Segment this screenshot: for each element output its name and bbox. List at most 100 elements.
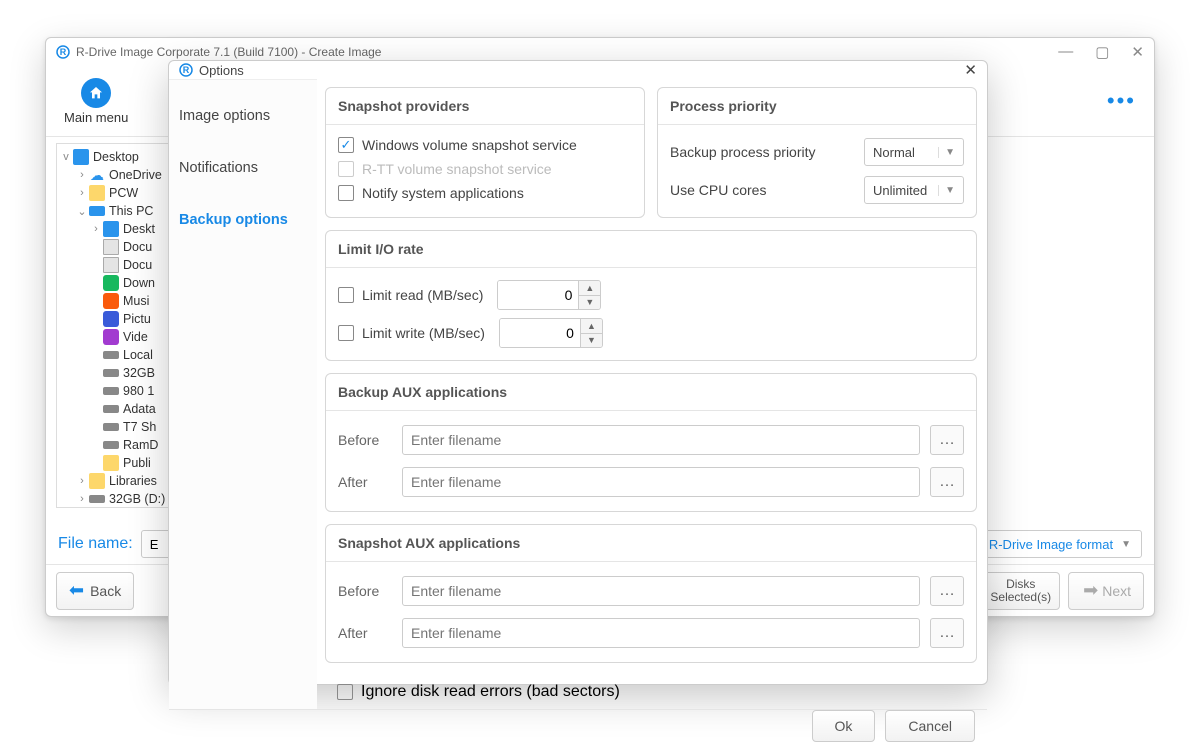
drive-icon bbox=[103, 351, 119, 359]
next-button[interactable]: ➡ Next bbox=[1068, 572, 1144, 610]
nav-notifications[interactable]: Notifications bbox=[169, 142, 317, 194]
tree-item[interactable]: T7 Sh bbox=[57, 418, 183, 436]
backup-priority-select[interactable]: Normal ▼ bbox=[864, 138, 964, 166]
chevron-down-icon: ▼ bbox=[938, 185, 955, 196]
ignore-errors-row[interactable]: Ignore disk read errors (bad sectors) bbox=[325, 675, 977, 709]
process-priority-card: Process priority Backup process priority… bbox=[657, 87, 977, 218]
backup-aux-before-input[interactable] bbox=[402, 425, 920, 455]
cpu-cores-select[interactable]: Unlimited ▼ bbox=[864, 176, 964, 204]
limit-read-row[interactable]: Limit read (MB/sec) ▲▼ bbox=[338, 276, 964, 314]
tree-item[interactable]: ›PCW bbox=[57, 184, 183, 202]
minimize-button[interactable]: — bbox=[1058, 43, 1073, 61]
expand-toggle[interactable]: › bbox=[75, 187, 89, 199]
backup-aux-after-input[interactable] bbox=[402, 467, 920, 497]
app-logo-icon: R bbox=[179, 63, 193, 77]
limit-read-value[interactable] bbox=[498, 281, 578, 309]
snapshot-aux-before-browse[interactable]: … bbox=[930, 576, 964, 606]
disks-selected-label: Disks Selected(s) bbox=[990, 578, 1051, 603]
options-content: Snapshot providers ✓ Windows volume snap… bbox=[317, 79, 987, 709]
tree-item[interactable]: 32GB bbox=[57, 364, 183, 382]
dialog-footer: Ok Cancel bbox=[169, 709, 987, 742]
tree-item[interactable]: Vide bbox=[57, 328, 183, 346]
close-button[interactable]: ✕ bbox=[1131, 43, 1144, 61]
tree-root[interactable]: v Desktop bbox=[57, 148, 183, 166]
ok-button[interactable]: Ok bbox=[812, 710, 876, 742]
cpu-cores-label: Use CPU cores bbox=[670, 182, 766, 198]
tree-item[interactable]: ⌄ This PC bbox=[57, 202, 183, 220]
cancel-button[interactable]: Cancel bbox=[885, 710, 975, 742]
tree-item[interactable]: › Deskt bbox=[57, 220, 183, 238]
app4-icon bbox=[103, 275, 119, 291]
windows-vss-checkbox[interactable]: ✓ bbox=[338, 137, 354, 153]
tree-item[interactable]: Docu bbox=[57, 256, 183, 274]
tree-item[interactable]: Adata bbox=[57, 400, 183, 418]
limit-read-spinner[interactable]: ▲▼ bbox=[497, 280, 601, 310]
tree-item[interactable]: ›☁OneDrive bbox=[57, 166, 183, 184]
drive-icon bbox=[103, 405, 119, 413]
disks-selected-button[interactable]: Disks Selected(s) bbox=[981, 572, 1060, 610]
expand-toggle[interactable]: › bbox=[89, 223, 103, 235]
folder-icon bbox=[103, 455, 119, 471]
nav-image-options[interactable]: Image options bbox=[169, 90, 317, 142]
tree-label: This PC bbox=[109, 204, 153, 218]
app3-icon bbox=[103, 311, 119, 327]
limit-read-checkbox[interactable] bbox=[338, 287, 354, 303]
step-down[interactable]: ▼ bbox=[581, 334, 602, 348]
expand-toggle[interactable]: › bbox=[75, 169, 89, 181]
options-nav: Image options Notifications Backup optio… bbox=[169, 79, 317, 709]
tree-item[interactable]: Pictu bbox=[57, 310, 183, 328]
tree-label: T7 Sh bbox=[123, 420, 156, 434]
limit-write-value[interactable] bbox=[500, 319, 580, 347]
tree-item[interactable]: Musi bbox=[57, 292, 183, 310]
backup-priority-value: Normal bbox=[873, 145, 915, 160]
back-button[interactable]: ⬅ Back bbox=[56, 572, 134, 610]
snapshot-aux-card: Snapshot AUX applications Before … After… bbox=[325, 524, 977, 663]
snapshot-aux-before-input[interactable] bbox=[402, 576, 920, 606]
tree-label: Publi bbox=[123, 456, 151, 470]
notify-apps-checkbox[interactable] bbox=[338, 185, 354, 201]
tree-item[interactable]: 980 1 bbox=[57, 382, 183, 400]
nav-backup-options[interactable]: Backup options bbox=[169, 194, 317, 246]
snapshot-aux-after-browse[interactable]: … bbox=[930, 618, 964, 648]
backup-aux-before-browse[interactable]: … bbox=[930, 425, 964, 455]
arrow-right-icon: ➡ bbox=[1083, 580, 1098, 601]
notify-apps-row[interactable]: Notify system applications bbox=[338, 181, 632, 205]
tree-item[interactable]: Docu bbox=[57, 238, 183, 256]
expand-toggle[interactable]: v bbox=[59, 151, 73, 163]
snapshot-aux-after-input[interactable] bbox=[402, 618, 920, 648]
step-up[interactable]: ▲ bbox=[581, 319, 602, 334]
step-up[interactable]: ▲ bbox=[579, 281, 600, 296]
folder-tree[interactable]: v Desktop ›☁OneDrive›PCW ⌄ This PC › Deskt Do… bbox=[56, 143, 184, 508]
tree-item[interactable]: Publi bbox=[57, 454, 183, 472]
dialog-close-button[interactable]: ✕ bbox=[964, 61, 977, 79]
expand-toggle[interactable]: ⌄ bbox=[75, 205, 89, 218]
card-title: Process priority bbox=[658, 88, 976, 125]
windows-vss-row[interactable]: ✓ Windows volume snapshot service bbox=[338, 133, 632, 157]
limit-io-card: Limit I/O rate Limit read (MB/sec) ▲▼ Li… bbox=[325, 230, 977, 361]
tree-item[interactable]: Down bbox=[57, 274, 183, 292]
tree-label: Down bbox=[123, 276, 155, 290]
tree-item[interactable]: Local bbox=[57, 346, 183, 364]
main-menu-button[interactable]: Main menu bbox=[64, 78, 128, 125]
arrow-left-icon: ⬅ bbox=[69, 580, 84, 601]
expand-toggle[interactable]: › bbox=[75, 493, 89, 505]
limit-write-spinner[interactable]: ▲▼ bbox=[499, 318, 603, 348]
rtt-vss-checkbox bbox=[338, 161, 354, 177]
tree-item[interactable]: RamD bbox=[57, 436, 183, 454]
maximize-button[interactable]: ▢ bbox=[1095, 43, 1109, 61]
expand-toggle[interactable]: › bbox=[75, 475, 89, 487]
dialog-title: Options bbox=[199, 63, 244, 78]
tree-item[interactable]: ›32GB (D:) bbox=[57, 490, 183, 508]
tree-item[interactable]: ›Libraries bbox=[57, 472, 183, 490]
format-dropdown-label: R-Drive Image format bbox=[989, 537, 1113, 552]
chevron-down-icon: ▼ bbox=[938, 147, 955, 158]
backup-aux-after-browse[interactable]: … bbox=[930, 467, 964, 497]
ignore-errors-checkbox[interactable] bbox=[337, 684, 353, 700]
limit-write-row[interactable]: Limit write (MB/sec) ▲▼ bbox=[338, 314, 964, 352]
format-dropdown[interactable]: R-Drive Image format ▼ bbox=[978, 530, 1142, 558]
more-button[interactable]: ••• bbox=[1107, 88, 1136, 114]
limit-write-checkbox[interactable] bbox=[338, 325, 354, 341]
tree-label: Docu bbox=[123, 240, 152, 254]
step-down[interactable]: ▼ bbox=[579, 296, 600, 310]
tree-label: Deskt bbox=[123, 222, 155, 236]
